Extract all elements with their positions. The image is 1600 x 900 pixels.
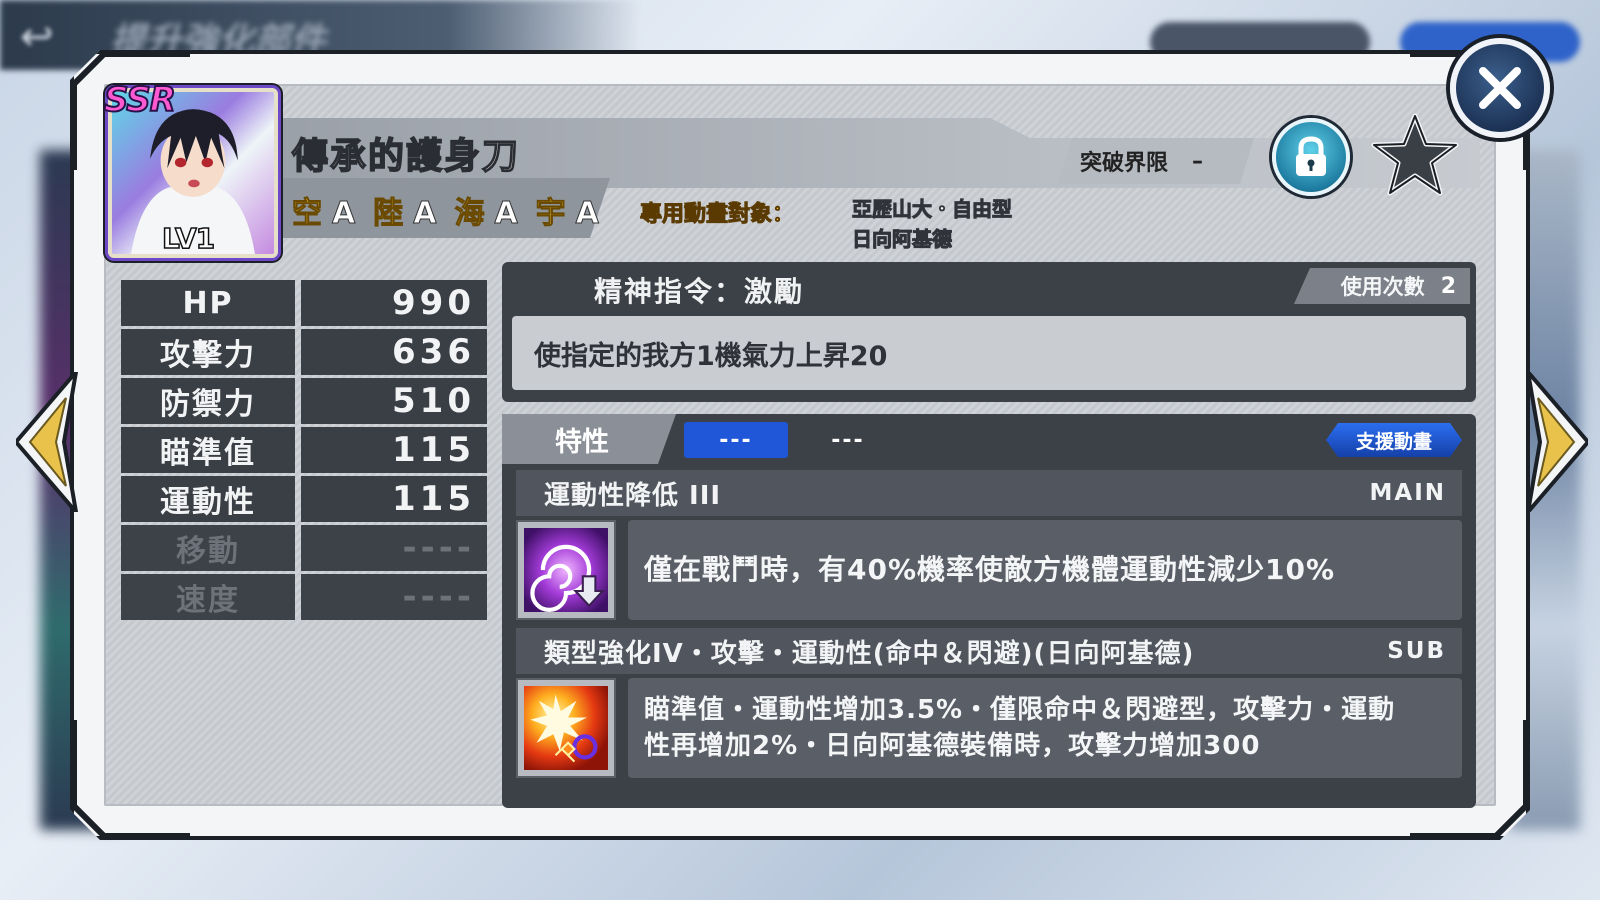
chevron-right-icon bbox=[1526, 370, 1590, 514]
spirit-command-title: 精神指令：激勵 bbox=[594, 275, 805, 308]
trait-tab-1[interactable]: --- bbox=[684, 422, 788, 458]
stat-value: ---- bbox=[301, 525, 487, 571]
limit-break-label: 突破界限 bbox=[1080, 151, 1169, 176]
lock-icon bbox=[1296, 136, 1326, 176]
terrain-sea: 海 A bbox=[454, 188, 518, 232]
terrain-air: 空 A bbox=[292, 188, 356, 232]
lock-button[interactable] bbox=[1272, 118, 1350, 196]
mobility-down-icon bbox=[516, 520, 616, 620]
previous-item-button[interactable] bbox=[14, 370, 86, 514]
limit-break-indicator: 突破界限 – bbox=[1058, 138, 1254, 184]
trait-description-box: 僅在戰鬥時，有40%機率使敵方機體運動性減少10% bbox=[628, 520, 1462, 620]
trait-sub: 類型強化IV・攻擊・運動性(命中＆閃避)(日向阿基德) SUB 瞄準值・運動性增… bbox=[516, 628, 1462, 778]
terrain-rank: A bbox=[494, 196, 518, 232]
level-badge: LV1 bbox=[161, 221, 216, 256]
trait-kind: MAIN bbox=[1369, 480, 1446, 506]
close-icon bbox=[1479, 67, 1521, 109]
star-icon bbox=[1371, 113, 1459, 196]
trait-description-line: 性再增加2%・日向阿基德裝備時，攻擊力增加300 bbox=[644, 731, 1261, 761]
stat-row-aim: 瞄準值 115 bbox=[121, 427, 487, 473]
stat-value: 115 bbox=[301, 427, 487, 473]
exclusive-target: 亞歷山大・自由型 bbox=[852, 197, 1013, 222]
chevron-left-icon bbox=[14, 370, 78, 514]
favorite-button[interactable] bbox=[1370, 110, 1460, 200]
item-name: 傳承的護身刀 bbox=[291, 135, 521, 178]
terrain-label: 陸 bbox=[373, 196, 404, 232]
trait-description-box: 瞄準值・運動性增加3.5%・僅限命中＆閃避型，攻擊力・運動 性再增加2%・日向阿… bbox=[628, 678, 1462, 778]
limit-break-value: – bbox=[1192, 148, 1204, 174]
trait-body: 僅在戰鬥時，有40%機率使敵方機體運動性減少10% bbox=[516, 520, 1462, 620]
back-arrow-icon: ↩ bbox=[20, 14, 54, 60]
rarity-badge: SSR bbox=[103, 79, 177, 121]
terrain-rank: A bbox=[575, 196, 599, 232]
trait-header: 運動性降低 III MAIN bbox=[516, 470, 1462, 516]
burst-boost-icon bbox=[516, 678, 616, 778]
stat-value: 636 bbox=[301, 329, 487, 375]
terrain-land: 陸 A bbox=[373, 188, 437, 232]
stat-value: 115 bbox=[301, 476, 487, 522]
exclusive-animation-label: 專用動畫對象： bbox=[639, 202, 795, 228]
next-item-button[interactable] bbox=[1518, 370, 1590, 514]
exclusive-animation-targets: 亞歷山大・自由型 日向阿基德 bbox=[852, 194, 1013, 254]
trait-name: 運動性降低 III bbox=[544, 480, 722, 511]
support-animation-badge: 支援動畫 bbox=[1326, 423, 1462, 457]
spirit-uses-label: 使用次數 bbox=[1340, 275, 1425, 299]
spirit-uses-badge: 使用次數 2 bbox=[1294, 268, 1470, 304]
stat-label: HP bbox=[121, 280, 295, 326]
stat-value: 510 bbox=[301, 378, 487, 424]
traits-label: 特性 bbox=[502, 414, 676, 464]
stat-label: 運動性 bbox=[121, 476, 295, 522]
trait-name: 類型強化IV・攻擊・運動性(命中＆閃避)(日向阿基德) bbox=[544, 638, 1195, 669]
spirit-command-panel: 精神指令：激勵 使用次數 2 使指定的我方1機氣力上昇20 bbox=[502, 262, 1476, 402]
stat-label: 攻擊力 bbox=[121, 329, 295, 375]
close-button[interactable] bbox=[1450, 38, 1550, 138]
terrain-rank: A bbox=[413, 196, 437, 232]
terrain-space: 宇 A bbox=[535, 188, 599, 232]
trait-description-line: 瞄準值・運動性增加3.5%・僅限命中＆閃避型，攻擊力・運動 bbox=[644, 695, 1396, 725]
stat-label: 速度 bbox=[121, 574, 295, 620]
traits-panel: 特性 --- --- 支援動畫 運動性降低 III MAIN 僅在戰鬥時，有40… bbox=[502, 414, 1476, 808]
terrain-label: 空 bbox=[292, 196, 323, 232]
stats-table: HP 990 攻擊力 636 防禦力 510 瞄準值 115 運動性 115 移… bbox=[121, 280, 487, 623]
stat-label: 防禦力 bbox=[121, 378, 295, 424]
stat-value: 990 bbox=[301, 280, 487, 326]
stat-value: ---- bbox=[301, 574, 487, 620]
terrain-label: 宇 bbox=[535, 196, 566, 232]
trait-body: 瞄準值・運動性增加3.5%・僅限命中＆閃避型，攻擊力・運動 性再增加2%・日向阿… bbox=[516, 678, 1462, 778]
stat-row-defense: 防禦力 510 bbox=[121, 378, 487, 424]
trait-description: 瞄準值・運動性增加3.5%・僅限命中＆閃避型，攻擊力・運動 性再增加2%・日向阿… bbox=[644, 692, 1395, 764]
trait-kind: SUB bbox=[1387, 638, 1446, 664]
spirit-description: 使指定的我方1機氣力上昇20 bbox=[534, 340, 888, 372]
stat-label: 瞄準值 bbox=[121, 427, 295, 473]
terrain-label: 海 bbox=[454, 196, 485, 232]
stat-row-speed: 速度 ---- bbox=[121, 574, 487, 620]
trait-tab-2[interactable]: --- bbox=[796, 422, 900, 458]
stat-row-hp: HP 990 bbox=[121, 280, 487, 326]
trait-description: 僅在戰鬥時，有40%機率使敵方機體運動性減少10% bbox=[644, 553, 1336, 586]
terrain-rank: A bbox=[331, 196, 356, 232]
stat-row-move: 移動 ---- bbox=[121, 525, 487, 571]
stat-row-mobility: 運動性 115 bbox=[121, 476, 487, 522]
trait-header: 類型強化IV・攻擊・運動性(命中＆閃避)(日向阿基德) SUB bbox=[516, 628, 1462, 674]
trait-main: 運動性降低 III MAIN 僅在戰鬥時，有40%機率使敵方機體運動性減少10% bbox=[516, 470, 1462, 620]
stat-label: 移動 bbox=[121, 525, 295, 571]
spirit-description-box: 使指定的我方1機氣力上昇20 bbox=[512, 316, 1466, 390]
stat-row-attack: 攻擊力 636 bbox=[121, 329, 487, 375]
spirit-uses-value: 2 bbox=[1440, 273, 1456, 299]
terrain-ratings: 空 A 陸 A 海 A 宇 A bbox=[292, 188, 600, 232]
exclusive-target: 日向阿基德 bbox=[852, 227, 953, 252]
